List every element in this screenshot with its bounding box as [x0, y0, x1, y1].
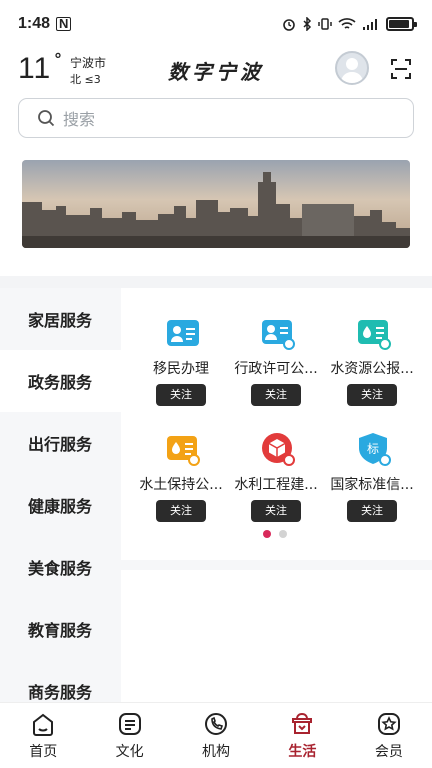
- service-icon: [167, 436, 200, 466]
- status-icons: [282, 17, 417, 31]
- follow-button[interactable]: 关注: [156, 384, 206, 406]
- category-item[interactable]: 出行服务: [0, 412, 121, 474]
- category-item[interactable]: 教育服务: [0, 598, 121, 660]
- service-label: 行政许可公...: [234, 361, 318, 377]
- culture-icon: [118, 713, 141, 735]
- service-panel: 移民办理 关注 行政许可公... 关注 水资源公报... 关注 水土保持公... 关注 水利工程…: [121, 288, 432, 702]
- category-item[interactable]: 家居服务: [0, 288, 121, 350]
- category-sidebar: 家居服务 政务服务 出行服务 健康服务 美食服务 教育服务 商务服务: [0, 288, 121, 702]
- follow-button[interactable]: 关注: [347, 500, 397, 522]
- status-bar: 1:48 N: [0, 0, 432, 48]
- header: 11 ° 宁波市 北 ≤3 数字宁波: [0, 50, 432, 92]
- vibrate-icon: [318, 18, 332, 30]
- city-skyline-banner[interactable]: [22, 160, 410, 248]
- service-tile[interactable]: 水土保持公... 关注: [133, 404, 229, 524]
- bottom-nav: 首页 文化 机构 生活 会员: [0, 702, 432, 768]
- search-input[interactable]: 搜索: [18, 98, 414, 138]
- service-tile[interactable]: 水利工程建... 关注: [228, 404, 324, 524]
- service-label: 国家标准信...: [330, 477, 414, 493]
- wifi-icon: [338, 18, 356, 29]
- battery-icon: [386, 17, 417, 31]
- skyline-image: [22, 160, 410, 248]
- nav-label: 首页: [29, 744, 58, 760]
- service-tile[interactable]: 行政许可公... 关注: [228, 288, 324, 408]
- service-label: 水利工程建...: [234, 477, 318, 493]
- alarm-icon: [283, 19, 295, 31]
- pager-dot-2[interactable]: [279, 530, 287, 538]
- service-icon: 标: [359, 433, 391, 466]
- category-item[interactable]: 政务服务: [0, 350, 121, 412]
- category-item[interactable]: 美食服务: [0, 536, 121, 598]
- member-icon: [377, 713, 400, 735]
- nav-label: 会员: [374, 744, 403, 760]
- section-divider: [0, 276, 432, 288]
- nav-item-life[interactable]: 生活: [259, 703, 345, 768]
- service-label: 移民办理: [153, 361, 209, 377]
- search-icon: [38, 110, 55, 127]
- service-tile[interactable]: 标国家标准信... 关注: [324, 404, 420, 524]
- follow-button[interactable]: 关注: [156, 500, 206, 522]
- nav-label: 生活: [288, 744, 317, 760]
- service-tile[interactable]: 移民办理 关注: [133, 288, 229, 408]
- search-placeholder: 搜索: [63, 110, 96, 129]
- pager-dot-1[interactable]: [263, 530, 271, 538]
- nav-item-organization[interactable]: 机构: [173, 703, 259, 768]
- nav-item-home[interactable]: 首页: [0, 703, 86, 768]
- nfc-icon: N: [56, 17, 72, 31]
- service-panel-footer: [121, 560, 432, 702]
- follow-button[interactable]: 关注: [347, 384, 397, 406]
- avatar[interactable]: [335, 51, 369, 85]
- organization-icon: [205, 713, 228, 735]
- bluetooth-icon: [303, 17, 312, 31]
- follow-button[interactable]: 关注: [251, 500, 301, 522]
- category-item[interactable]: 健康服务: [0, 474, 121, 536]
- service-label: 水资源公报...: [330, 361, 414, 377]
- service-grid: 移民办理 关注 行政许可公... 关注 水资源公报... 关注 水土保持公... 关注 水利工程…: [121, 288, 432, 560]
- svg-text:标: 标: [367, 442, 379, 456]
- follow-button[interactable]: 关注: [251, 384, 301, 406]
- nav-label: 机构: [202, 744, 231, 760]
- service-icon: [358, 320, 391, 350]
- service-icon: [167, 320, 199, 346]
- nav-label: 文化: [115, 744, 144, 760]
- signal-icon: [363, 19, 377, 30]
- home-icon: [33, 713, 54, 736]
- nav-item-culture[interactable]: 文化: [86, 703, 172, 768]
- life-icon: [292, 712, 313, 734]
- service-tile[interactable]: 水资源公报... 关注: [324, 288, 420, 408]
- status-time: 1:48: [18, 15, 51, 32]
- nav-item-member[interactable]: 会员: [346, 703, 432, 768]
- service-icon: [262, 433, 295, 466]
- service-icon: [262, 320, 295, 350]
- scan-icon[interactable]: [391, 59, 411, 79]
- pager-dots: [263, 530, 287, 538]
- service-label: 水土保持公...: [139, 477, 223, 493]
- user-avatar-icon: [341, 58, 363, 83]
